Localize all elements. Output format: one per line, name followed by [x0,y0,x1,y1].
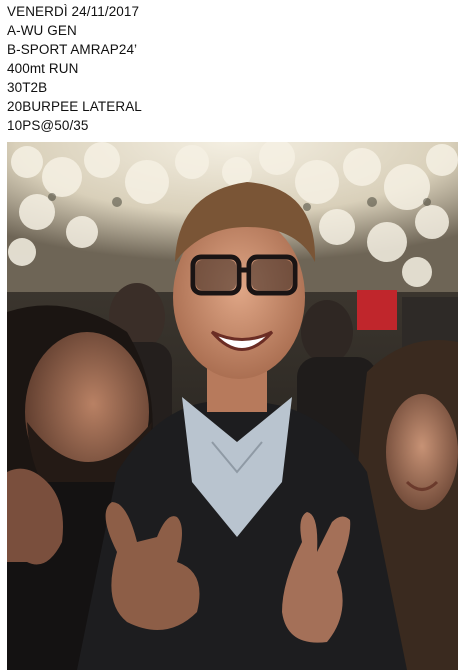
caption-line-t2b: 30T2B [7,80,48,95]
post-photo[interactable] [7,142,458,670]
caption-line-warmup: A-WU GEN [7,23,77,38]
caption-line-workout: B-SPORT AMRAP24’ [7,42,138,57]
caption-line-run: 400mt RUN [7,61,79,76]
caption-line-burpee: 20BURPEE LATERAL [7,99,142,114]
caption-line-date: VENERDÌ 24/11/2017 [7,4,140,19]
caption-line-ps: 10PS@50/35 [7,118,89,133]
post-caption: VENERDÌ 24/11/2017 A-WU GEN B-SPORT AMRA… [7,2,457,135]
post: VENERDÌ 24/11/2017 A-WU GEN B-SPORT AMRA… [0,0,467,670]
photo-image [7,142,458,670]
